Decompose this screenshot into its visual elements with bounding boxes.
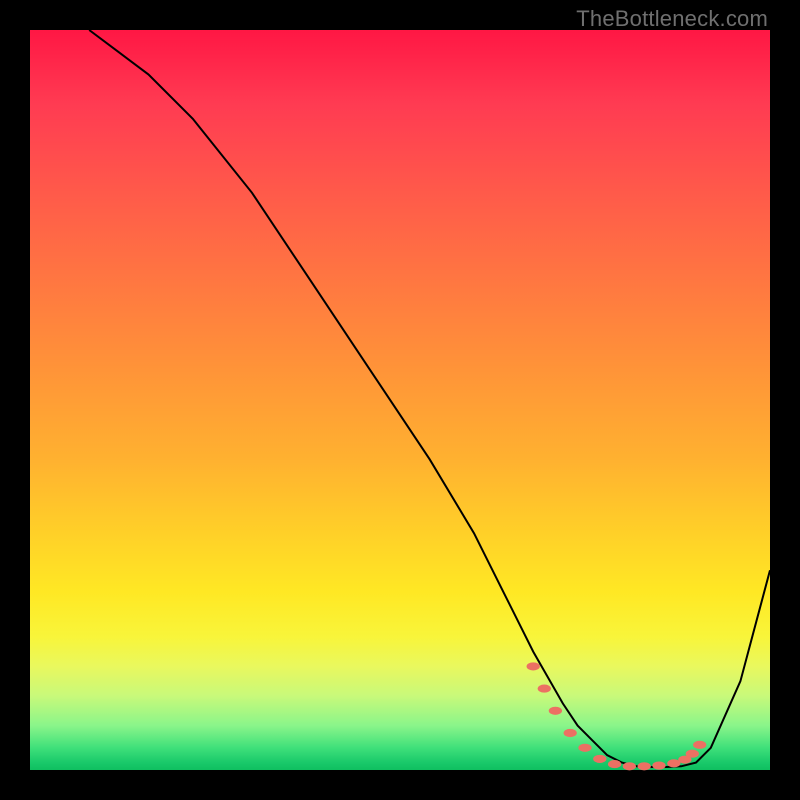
plot-area bbox=[30, 30, 770, 770]
highlight-dot bbox=[608, 760, 621, 768]
highlight-dot bbox=[527, 662, 540, 670]
highlight-dot bbox=[652, 761, 665, 769]
highlight-dot bbox=[686, 750, 699, 758]
highlight-dot bbox=[638, 762, 651, 770]
highlight-dot bbox=[623, 762, 636, 770]
highlight-dot bbox=[564, 729, 577, 737]
bottleneck-curve bbox=[89, 30, 770, 767]
highlight-dots-group bbox=[527, 662, 707, 770]
highlight-dot bbox=[538, 685, 551, 693]
highlight-dot bbox=[693, 741, 706, 749]
highlight-dot bbox=[549, 707, 562, 715]
curve-svg bbox=[30, 30, 770, 770]
watermark-text: TheBottleneck.com bbox=[576, 6, 768, 32]
highlight-dot bbox=[593, 755, 606, 763]
highlight-dot bbox=[578, 744, 591, 752]
chart-frame: TheBottleneck.com bbox=[0, 0, 800, 800]
